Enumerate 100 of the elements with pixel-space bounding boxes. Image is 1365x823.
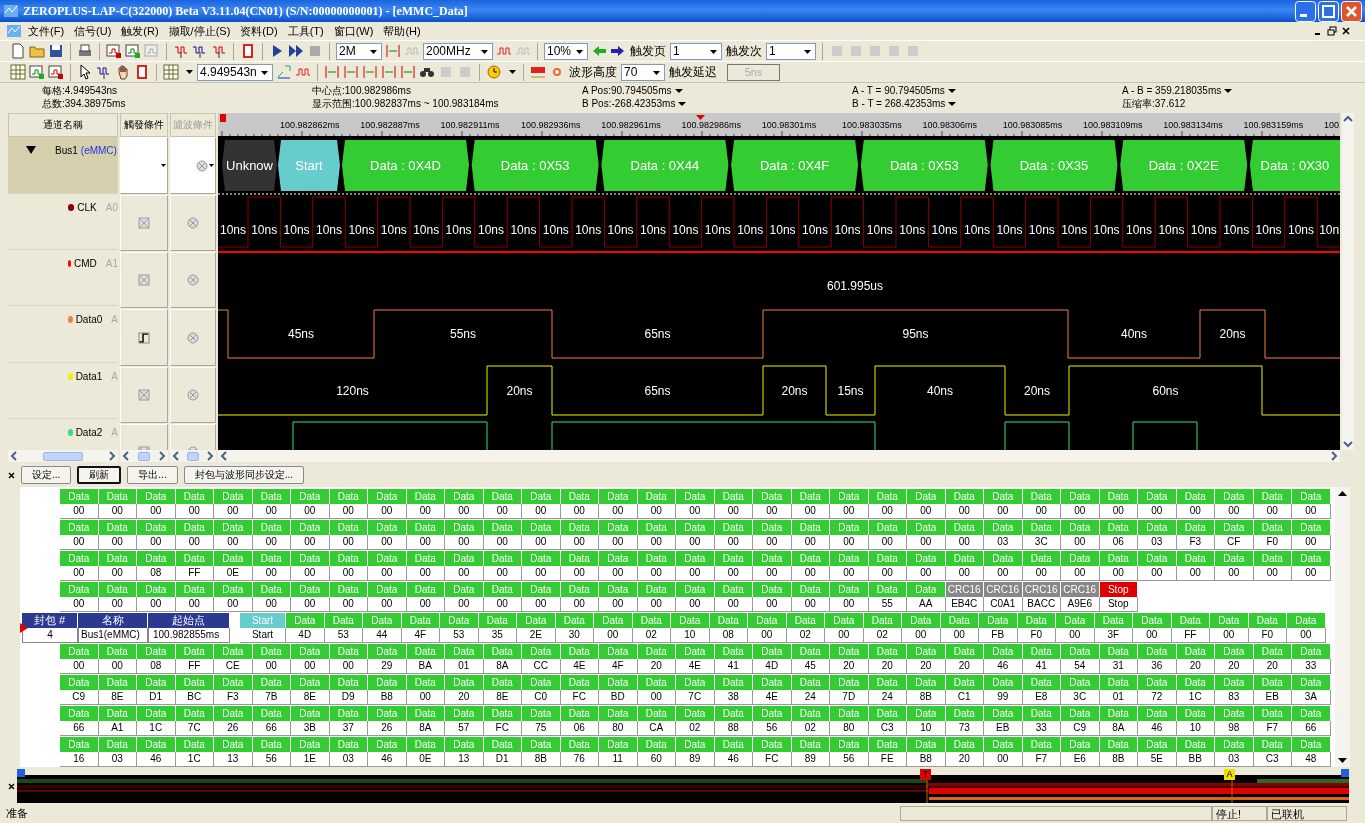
expand-triangle-icon[interactable] [26, 145, 36, 155]
rising-edge-icon[interactable] [138, 331, 150, 344]
dropdown[interactable]: 70 [621, 63, 665, 81]
field-type-label: CRC16 [945, 582, 984, 597]
dropdown[interactable]: 10% [544, 42, 588, 60]
clock-icon[interactable] [486, 64, 502, 80]
probe-icon[interactable] [211, 43, 227, 59]
button[interactable]: 封包与波形同步设定... [183, 466, 305, 484]
duration-label: 10ns [834, 223, 861, 237]
field-value: 46 [137, 752, 176, 767]
fast-forward-icon[interactable] [288, 43, 304, 59]
button[interactable]: 导出... [127, 466, 178, 484]
field-value: 1E [291, 752, 330, 767]
bus-segment[interactable] [278, 140, 340, 191]
button[interactable]: 刷新 [77, 466, 122, 484]
scroll-left-icon[interactable] [120, 450, 132, 462]
bus-segment[interactable] [731, 140, 859, 191]
menu-item[interactable]: 帮助(H) [379, 23, 425, 39]
bus-segment[interactable] [601, 140, 729, 191]
bus-segment[interactable] [222, 140, 277, 191]
menu-item[interactable]: 撷取/停止(S) [164, 23, 235, 39]
field-type-label: Data [1176, 551, 1215, 566]
dropdown[interactable]: 1 [670, 42, 722, 60]
dropdown[interactable]: 4.949543n [197, 63, 273, 81]
maximize-icon[interactable] [1318, 0, 1339, 22]
new-file-icon[interactable] [10, 43, 26, 59]
probe-icon[interactable] [192, 43, 208, 59]
scroll-left-icon[interactable] [170, 450, 182, 462]
caret-icon[interactable] [1223, 86, 1234, 95]
field-value: 00 [945, 535, 984, 550]
scrollbar[interactable] [1335, 487, 1350, 767]
cursor-marker-icon[interactable] [362, 64, 378, 80]
field-type-label: Data [60, 737, 99, 752]
bus-segment[interactable] [990, 140, 1118, 191]
bus-icon[interactable] [530, 64, 546, 80]
status-text: 准备 [5, 805, 29, 821]
caret-icon[interactable] [947, 99, 958, 108]
menu-item[interactable]: 资料(D) [236, 23, 282, 39]
button[interactable]: 设定... [21, 466, 72, 484]
scroll-right-icon[interactable] [156, 450, 168, 462]
scrollbar[interactable] [218, 450, 1340, 462]
scrollbar[interactable] [120, 450, 168, 462]
field-value: 00 [825, 628, 864, 643]
hand-icon[interactable] [115, 64, 131, 80]
field-value: 00 [753, 504, 792, 519]
close-icon[interactable] [8, 471, 15, 479]
scroll-right-icon[interactable] [204, 450, 216, 462]
caret-icon[interactable] [946, 86, 957, 95]
bus-segment[interactable] [471, 140, 599, 191]
dropdown[interactable]: 1 [766, 42, 816, 60]
field-type-label: Data [1292, 706, 1331, 721]
bus-segment[interactable] [1120, 140, 1248, 191]
save-icon[interactable] [48, 43, 64, 59]
bus-segment[interactable] [342, 140, 469, 191]
menu-item[interactable]: 信号(U) [70, 23, 116, 39]
menu-item[interactable]: 文件(F) [24, 23, 69, 39]
caret-icon[interactable] [673, 86, 684, 95]
dropdown[interactable]: 2M [336, 42, 382, 60]
scroll-left-icon[interactable] [218, 450, 230, 462]
cursor-marker-icon[interactable] [343, 64, 359, 80]
menu-item[interactable]: 工具(T) [283, 23, 328, 39]
cursor-marker-icon[interactable] [381, 64, 397, 80]
scroll-right-icon[interactable] [106, 450, 118, 462]
menu-item[interactable]: 触发(R) [117, 23, 163, 39]
overview-drawing[interactable] [17, 769, 1349, 803]
restore-icon[interactable] [1327, 26, 1337, 36]
field-type-label: Data [714, 737, 753, 752]
field-type-label: Data [791, 551, 830, 566]
close-icon[interactable] [1341, 26, 1351, 36]
field-value: B8 [907, 752, 946, 767]
duration-label: 10ns [316, 223, 342, 237]
field-type-label: Data [483, 520, 522, 535]
field-type-label: Data [753, 737, 792, 752]
open-folder-icon[interactable] [29, 43, 45, 59]
bus-segment[interactable] [860, 140, 988, 191]
column-header: 濾波條件 [170, 113, 216, 137]
cursor-icon[interactable] [77, 64, 93, 80]
scroll-left-icon[interactable] [8, 450, 20, 462]
field-type-label: Data [98, 706, 137, 721]
probe-icon[interactable] [96, 64, 112, 80]
caret-icon[interactable] [677, 99, 688, 108]
book-icon[interactable] [240, 43, 256, 59]
marker-flag[interactable]: A [1224, 769, 1235, 780]
field-type-label: Data [830, 551, 869, 566]
scroll-right-icon[interactable] [1328, 450, 1340, 462]
scrollbar[interactable] [8, 450, 118, 462]
field-value: BA [406, 659, 445, 674]
dropdown[interactable]: 200MHz [423, 42, 493, 60]
table-cell[interactable]: Bus1(eMMC) [78, 628, 148, 643]
marker-flag[interactable]: T [920, 769, 931, 780]
cursor-marker-icon[interactable] [400, 64, 416, 80]
close-icon[interactable] [8, 782, 15, 790]
menu-item[interactable]: 窗口(W) [329, 23, 378, 39]
probe-icon[interactable] [173, 43, 189, 59]
table-cell[interactable]: 100.982855ms [148, 628, 230, 643]
print-icon[interactable] [77, 43, 93, 59]
cursor-marker-icon[interactable] [324, 64, 340, 80]
field-value: CC [522, 659, 561, 674]
bus-segment[interactable] [1249, 140, 1340, 191]
scrollbar[interactable] [170, 450, 216, 462]
